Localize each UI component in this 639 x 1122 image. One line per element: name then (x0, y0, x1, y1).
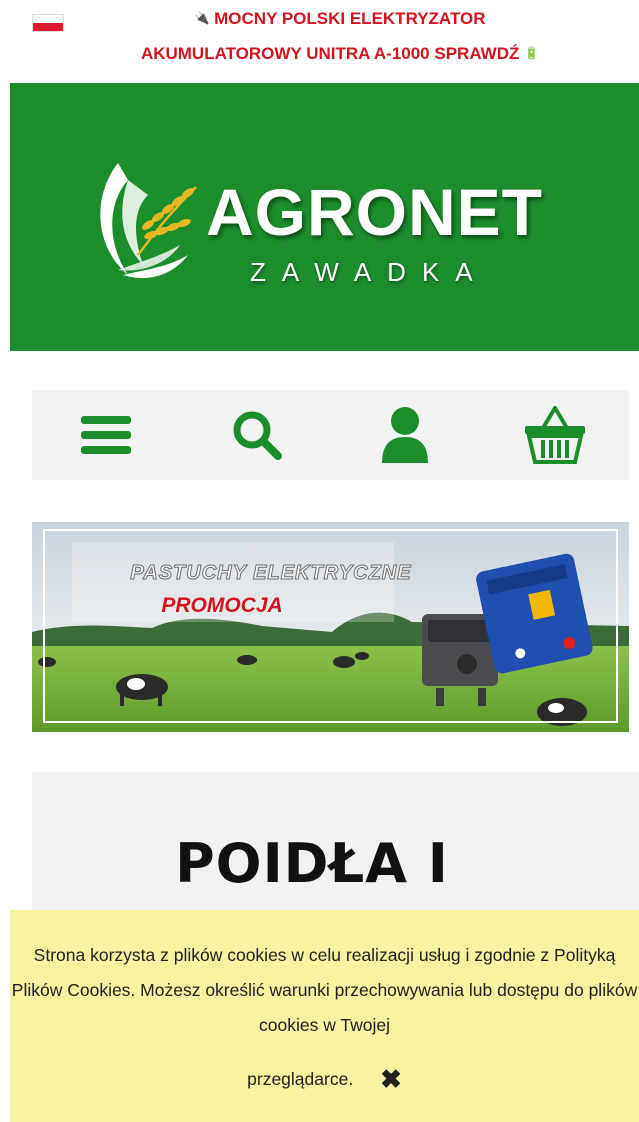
menu-button[interactable] (57, 390, 157, 480)
cart-button[interactable] (505, 390, 605, 480)
promo-line-2[interactable]: AKUMULATOROWY UNITRA A-1000 SPRAWDŹ 🔋 (60, 44, 620, 64)
brand-header[interactable]: AGRONET ZAWADKA (10, 83, 639, 351)
cookie-last-word: przeglądarce. (247, 1069, 354, 1089)
battery-emoji-icon: 🔋 (524, 46, 540, 60)
promo-line-1[interactable]: 🔌 MOCNY POLSKI ELEKTRYZATOR (60, 9, 620, 29)
close-icon[interactable]: ✖ (380, 1064, 402, 1095)
banner-title: PASTUCHY ELEKTRYCZNE (130, 562, 412, 585)
brand-location: ZAWADKA (250, 257, 489, 287)
cookie-notice: Strona korzysta z plików cookies w celu … (10, 910, 639, 1122)
promo-text-1: MOCNY POLSKI ELEKTRYZATOR (214, 9, 486, 28)
wheat-logo-icon (100, 163, 197, 279)
banner-scene-image (32, 522, 629, 732)
basket-icon (525, 406, 585, 464)
cookie-last-line: przeglądarce. ✖ (10, 1064, 639, 1095)
top-promo-bar[interactable]: 🔌 MOCNY POLSKI ELEKTRYZATOR AKUMULATOROW… (0, 0, 639, 82)
search-icon (233, 411, 282, 460)
banner-promo-label: PROMOCJA (161, 594, 283, 617)
category-title: POIDŁA I (175, 832, 449, 895)
main-nav-bar (32, 390, 629, 480)
search-button[interactable] (207, 390, 307, 480)
plug-emoji-icon: 🔌 (194, 11, 210, 25)
hamburger-icon (81, 416, 131, 454)
user-icon (382, 407, 428, 463)
cookie-text: Strona korzysta z plików cookies w celu … (11, 945, 638, 1035)
account-button[interactable] (355, 390, 455, 480)
promo-banner[interactable]: PASTUCHY ELEKTRYCZNE PROMOCJA (32, 522, 629, 732)
promo-text-2: AKUMULATOROWY UNITRA A-1000 SPRAWDŹ (140, 44, 520, 63)
brand-name: AGRONET (206, 175, 543, 249)
